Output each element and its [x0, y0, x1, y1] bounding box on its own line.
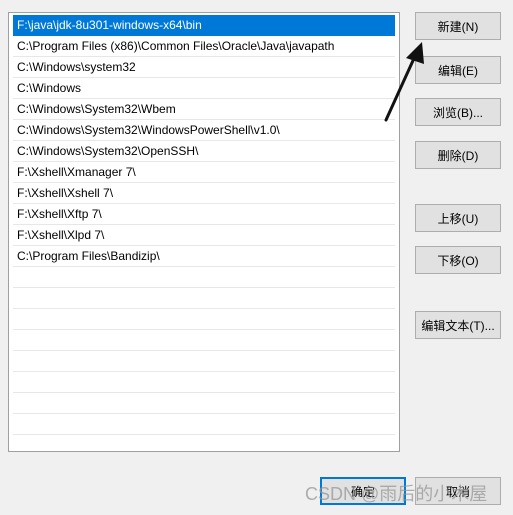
- move-up-button[interactable]: 上移(U): [415, 204, 501, 232]
- path-list-item[interactable]: F:\Xshell\Xftp 7\: [13, 204, 395, 225]
- empty-list-row: [13, 267, 395, 288]
- path-list[interactable]: F:\java\jdk-8u301-windows-x64\bin C:\Pro…: [8, 12, 400, 452]
- edit-button[interactable]: 编辑(E): [415, 56, 501, 84]
- path-list-item[interactable]: F:\Xshell\Xlpd 7\: [13, 225, 395, 246]
- delete-button[interactable]: 删除(D): [415, 141, 501, 169]
- empty-list-row: [13, 330, 395, 351]
- cancel-button[interactable]: 取消: [415, 477, 501, 505]
- path-list-item[interactable]: F:\Xshell\Xmanager 7\: [13, 162, 395, 183]
- path-list-item[interactable]: C:\Windows\System32\WindowsPowerShell\v1…: [13, 120, 395, 141]
- empty-list-row: [13, 288, 395, 309]
- path-list-item[interactable]: C:\Program Files (x86)\Common Files\Orac…: [13, 36, 395, 57]
- path-list-item[interactable]: C:\Program Files\Bandizip\: [13, 246, 395, 267]
- path-list-item[interactable]: C:\Windows\system32: [13, 57, 395, 78]
- browse-button[interactable]: 浏览(B)...: [415, 98, 501, 126]
- empty-list-row: [13, 414, 395, 435]
- empty-list-row: [13, 309, 395, 330]
- empty-list-row: [13, 351, 395, 372]
- path-list-item[interactable]: F:\java\jdk-8u301-windows-x64\bin: [13, 15, 395, 36]
- path-list-item[interactable]: C:\Windows: [13, 78, 395, 99]
- new-button[interactable]: 新建(N): [415, 12, 501, 40]
- empty-list-row: [13, 372, 395, 393]
- empty-list-row: [13, 393, 395, 414]
- path-list-item[interactable]: C:\Windows\System32\Wbem: [13, 99, 395, 120]
- path-list-item[interactable]: F:\Xshell\Xshell 7\: [13, 183, 395, 204]
- ok-button[interactable]: 确定: [320, 477, 406, 505]
- path-list-item[interactable]: C:\Windows\System32\OpenSSH\: [13, 141, 395, 162]
- edit-text-button[interactable]: 编辑文本(T)...: [415, 311, 501, 339]
- move-down-button[interactable]: 下移(O): [415, 246, 501, 274]
